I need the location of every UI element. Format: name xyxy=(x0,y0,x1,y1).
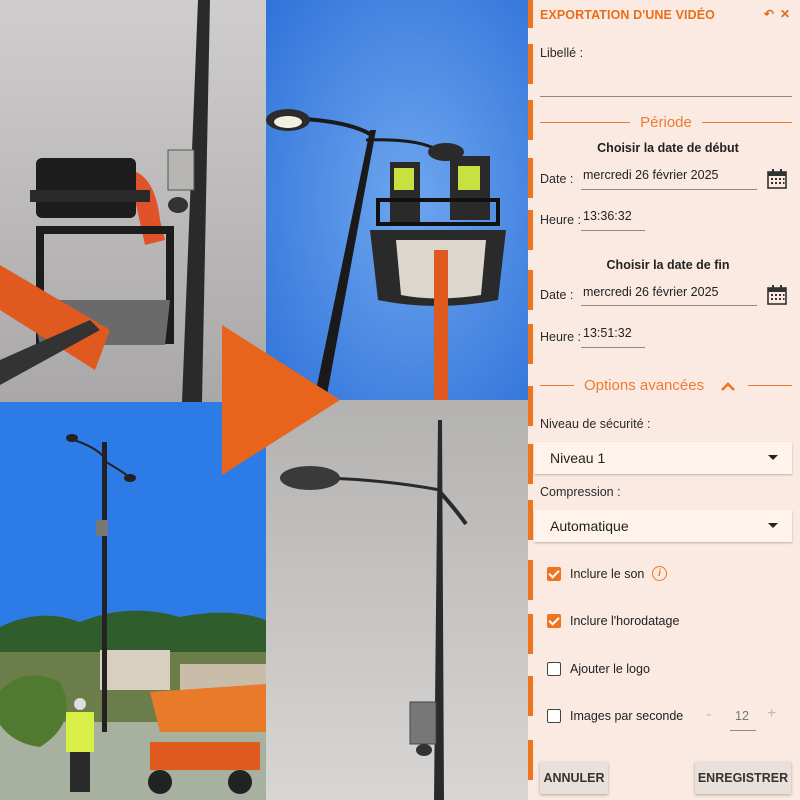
save-button[interactable]: ENREGISTRER xyxy=(695,762,791,794)
start-time-value[interactable]: 13:36:32 xyxy=(583,209,632,223)
caret-down-icon xyxy=(768,455,778,460)
period-section-title: Période xyxy=(540,114,793,131)
security-level-value: Niveau 1 xyxy=(550,450,606,466)
include-timestamp-checkbox[interactable] xyxy=(547,614,561,628)
compression-value: Automatique xyxy=(550,518,629,534)
panel-header-actions: ↶ ✕ xyxy=(764,7,790,21)
fps-value[interactable]: 12 xyxy=(735,709,749,723)
start-time-underline xyxy=(581,230,645,231)
export-video-panel: EXPORTATION D'UNE VIDÉO ↶ ✕ Libellé : Pé… xyxy=(528,0,800,800)
end-time-label: Heure : xyxy=(540,330,581,344)
start-date-heading: Choisir la date de début xyxy=(597,141,739,155)
info-icon[interactable]: i xyxy=(652,566,667,581)
video-preview-collage xyxy=(0,0,528,800)
close-icon[interactable]: ✕ xyxy=(780,7,790,21)
add-logo-checkbox[interactable] xyxy=(547,662,561,676)
end-time-value[interactable]: 13:51:32 xyxy=(583,326,632,340)
undo-arrow-icon[interactable]: ↶ xyxy=(764,7,774,21)
calendar-icon[interactable] xyxy=(767,169,787,189)
advanced-options-toggle[interactable]: Options avancées xyxy=(540,377,792,394)
add-logo-label: Ajouter le logo xyxy=(570,662,650,676)
end-date-value[interactable]: mercredi 26 février 2025 xyxy=(583,285,718,299)
end-date-heading: Choisir la date de fin xyxy=(606,258,730,272)
label-input[interactable] xyxy=(540,96,792,97)
play-icon[interactable] xyxy=(222,325,342,475)
start-date-underline xyxy=(581,189,757,190)
fps-underline xyxy=(730,730,756,731)
include-sound-label: Inclure le son xyxy=(570,567,645,581)
end-date-label: Date : xyxy=(540,288,574,302)
fps-increment-button[interactable]: + xyxy=(767,705,776,723)
include-sound-checkbox[interactable] xyxy=(547,567,561,581)
security-level-label: Niveau de sécurité : xyxy=(540,417,651,431)
fps-label: Images par seconde xyxy=(570,709,684,723)
start-time-label: Heure : xyxy=(540,213,581,227)
end-date-underline xyxy=(581,305,757,306)
fps-checkbox[interactable] xyxy=(547,709,561,723)
start-date-value[interactable]: mercredi 26 février 2025 xyxy=(583,168,718,182)
start-date-label: Date : xyxy=(540,172,574,186)
chevron-up-icon[interactable] xyxy=(720,381,736,391)
calendar-icon[interactable] xyxy=(767,285,787,305)
compression-label: Compression : xyxy=(540,485,621,499)
compression-select[interactable]: Automatique xyxy=(534,510,792,542)
include-timestamp-label: Inclure l'horodatage xyxy=(570,614,680,628)
security-level-select[interactable]: Niveau 1 xyxy=(534,442,792,474)
end-time-underline xyxy=(581,347,645,348)
panel-title: EXPORTATION D'UNE VIDÉO xyxy=(540,8,715,22)
panel-content: EXPORTATION D'UNE VIDÉO ↶ ✕ Libellé : Pé… xyxy=(534,0,800,800)
caret-down-icon xyxy=(768,523,778,528)
fps-decrement-button[interactable]: - xyxy=(706,706,711,724)
cancel-button[interactable]: ANNULER xyxy=(540,762,608,794)
label-field-label: Libellé : xyxy=(540,46,584,60)
